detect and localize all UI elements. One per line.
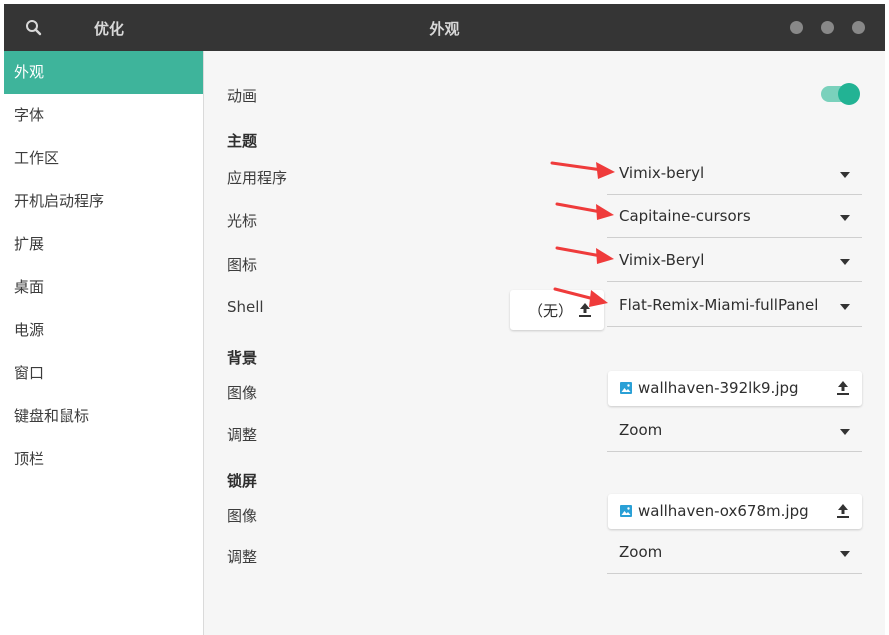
dropdown-arrow-icon (840, 259, 850, 265)
shell-theme-file-value: （无） (528, 302, 574, 320)
lock-screen-adjustment-combo[interactable]: Zoom (607, 533, 862, 574)
app-window: 优化 外观 外观 字体 工作区 开机启动程序 扩展 桌面 电源 窗口 键盘和鼠标… (4, 4, 885, 635)
lock-screen-image-button[interactable]: wallhaven-ox678m.jpg (608, 494, 862, 529)
dropdown-arrow-icon (840, 551, 850, 557)
sidebar-item-keyboard-mouse[interactable]: 键盘和鼠标 (4, 395, 203, 438)
dropdown-arrow-icon (840, 172, 850, 178)
shell-theme-label: Shell (227, 298, 264, 316)
dropdown-arrow-icon (840, 429, 850, 435)
shell-theme-combo[interactable]: Flat-Remix-Miami-fullPanel (607, 286, 862, 327)
background-heading: 背景 (227, 349, 258, 367)
dropdown-arrow-icon (840, 304, 850, 310)
animation-label: 动画 (227, 87, 258, 105)
sidebar: 外观 字体 工作区 开机启动程序 扩展 桌面 电源 窗口 键盘和鼠标 顶栏 (4, 51, 204, 635)
sidebar-item-top-bar[interactable]: 顶栏 (4, 438, 203, 481)
close-button[interactable] (852, 21, 865, 34)
icon-theme-value: Vimix-Beryl (619, 251, 705, 269)
upload-icon (837, 504, 849, 518)
applications-theme-combo[interactable]: Vimix-beryl (607, 154, 862, 195)
background-adjustment-label: 调整 (227, 426, 258, 444)
lock-screen-image-filename: wallhaven-ox678m.jpg (638, 502, 809, 520)
header-bar: 优化 外观 (4, 4, 885, 51)
sidebar-item-windows[interactable]: 窗口 (4, 352, 203, 395)
lock-screen-adjustment-value: Zoom (619, 543, 663, 561)
toggle-knob (838, 83, 860, 105)
dropdown-arrow-icon (840, 215, 850, 221)
lock-screen-heading: 锁屏 (227, 472, 258, 490)
lock-screen-adjustment-label: 调整 (227, 548, 258, 566)
icon-theme-combo[interactable]: Vimix-Beryl (607, 241, 862, 282)
upload-icon (837, 381, 849, 395)
upload-icon (579, 303, 591, 317)
themes-heading: 主题 (227, 132, 258, 150)
shell-theme-value: Flat-Remix-Miami-fullPanel (619, 296, 819, 314)
sidebar-item-appearance[interactable]: 外观 (4, 51, 203, 94)
sidebar-item-desktop[interactable]: 桌面 (4, 266, 203, 309)
sidebar-item-workspaces[interactable]: 工作区 (4, 137, 203, 180)
animation-toggle[interactable] (821, 83, 860, 105)
maximize-button[interactable] (821, 21, 834, 34)
cursor-theme-value: Capitaine-cursors (619, 207, 751, 225)
page-title: 外观 (429, 20, 460, 38)
cursor-theme-combo[interactable]: Capitaine-cursors (607, 197, 862, 238)
icon-theme-label: 图标 (227, 256, 258, 274)
background-image-button[interactable]: wallhaven-392lk9.jpg (608, 371, 862, 406)
shell-theme-file-button[interactable]: （无） (510, 290, 604, 330)
sidebar-item-power[interactable]: 电源 (4, 309, 203, 352)
image-file-icon (620, 382, 632, 394)
lock-screen-image-label: 图像 (227, 507, 258, 525)
sidebar-item-extensions[interactable]: 扩展 (4, 223, 203, 266)
minimize-button[interactable] (790, 21, 803, 34)
applications-theme-label: 应用程序 (227, 169, 288, 187)
background-adjustment-value: Zoom (619, 421, 663, 439)
background-image-label: 图像 (227, 384, 258, 402)
appearance-panel: 动画 主题 应用程序 Vimix-beryl 光标 Capitaine-curs… (204, 51, 885, 635)
background-image-filename: wallhaven-392lk9.jpg (638, 379, 799, 397)
image-file-icon (620, 505, 632, 517)
sidebar-item-startup-applications[interactable]: 开机启动程序 (4, 180, 203, 223)
sidebar-item-fonts[interactable]: 字体 (4, 94, 203, 137)
background-adjustment-combo[interactable]: Zoom (607, 411, 862, 452)
cursor-theme-label: 光标 (227, 212, 258, 230)
applications-theme-value: Vimix-beryl (619, 164, 705, 182)
